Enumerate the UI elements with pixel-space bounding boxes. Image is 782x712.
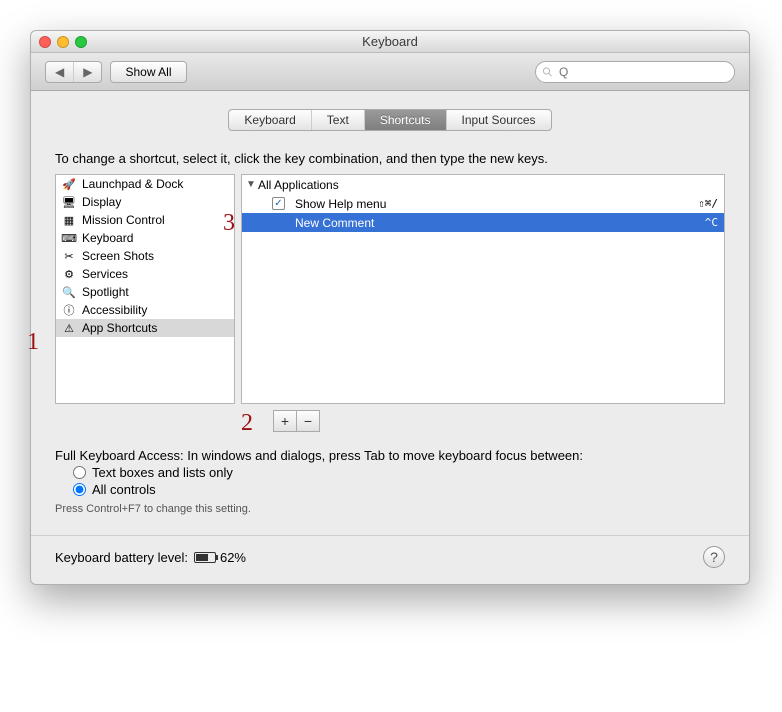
- screenshots-icon: ✂: [62, 249, 76, 263]
- fka-option-1[interactable]: Text boxes and lists only: [73, 465, 725, 480]
- forward-button[interactable]: ▶: [74, 62, 101, 82]
- category-label: Screen Shots: [82, 249, 154, 263]
- tab-input-sources[interactable]: Input Sources: [447, 110, 551, 130]
- shortcut-label: Show Help menu: [285, 197, 698, 211]
- services-icon: ⚙: [62, 267, 76, 281]
- category-display[interactable]: 🖥 Display: [56, 193, 234, 211]
- add-remove-buttons: + −: [273, 410, 725, 432]
- tab-text[interactable]: Text: [312, 110, 365, 130]
- radio-label: All controls: [92, 482, 156, 497]
- radio-all-controls[interactable]: [73, 483, 86, 496]
- mission-control-icon: ▦: [62, 213, 76, 227]
- accessibility-icon: ⓘ: [62, 303, 76, 317]
- battery-indicator: 62%: [194, 550, 246, 565]
- back-button[interactable]: ◀: [46, 62, 74, 82]
- category-label: Spotlight: [82, 285, 129, 299]
- category-mission-control[interactable]: ▦ Mission Control: [56, 211, 234, 229]
- category-label: Services: [82, 267, 128, 281]
- tab-keyboard[interactable]: Keyboard: [229, 110, 311, 130]
- spotlight-icon: 🔍: [62, 285, 76, 299]
- category-label: Launchpad & Dock: [82, 177, 183, 191]
- radio-text-boxes[interactable]: [73, 466, 86, 479]
- keyboard-icon: ⌨: [62, 231, 76, 245]
- search-input[interactable]: [557, 64, 728, 80]
- shortcut-group-row[interactable]: ▼ All Applications: [242, 175, 724, 194]
- fka-hint: Press Control+F7 to change this setting.: [55, 503, 725, 515]
- category-label: App Shortcuts: [82, 321, 157, 335]
- shortcut-keys[interactable]: ⇧⌘/: [698, 197, 718, 210]
- footer: Keyboard battery level: 62% ?: [31, 535, 749, 584]
- category-label: Keyboard: [82, 231, 133, 245]
- search-icon: [542, 66, 553, 78]
- fka-option-2[interactable]: All controls: [73, 482, 725, 497]
- app-shortcuts-icon: ⚠: [62, 321, 76, 335]
- battery-icon: [194, 552, 216, 563]
- category-services[interactable]: ⚙ Services: [56, 265, 234, 283]
- category-launchpad[interactable]: 🚀 Launchpad & Dock: [56, 175, 234, 193]
- add-shortcut-button[interactable]: +: [273, 410, 297, 432]
- radio-label: Text boxes and lists only: [92, 465, 233, 480]
- preferences-window: Keyboard ◀ ▶ Show All Keyboard Text Shor…: [30, 30, 750, 585]
- remove-shortcut-button[interactable]: −: [296, 410, 320, 432]
- window-title: Keyboard: [31, 34, 749, 49]
- disclosure-icon[interactable]: ▼: [246, 179, 256, 190]
- display-icon: 🖥: [62, 195, 76, 209]
- help-button[interactable]: ?: [703, 546, 725, 568]
- search-field[interactable]: [535, 61, 735, 83]
- fka-text: Full Keyboard Access: In windows and dia…: [55, 448, 725, 463]
- category-label: Mission Control: [82, 213, 165, 227]
- shortcut-list[interactable]: ▼ All Applications ✓ Show Help menu ⇧⌘/ …: [241, 174, 725, 404]
- panels: 🚀 Launchpad & Dock 🖥 Display ▦ Mission Cont…: [55, 174, 725, 404]
- tab-bar: Keyboard Text Shortcuts Input Sources: [55, 109, 725, 131]
- category-label: Accessibility: [82, 303, 147, 317]
- annotation-number: 1: [27, 329, 39, 356]
- show-all-button[interactable]: Show All: [110, 61, 186, 83]
- category-app-shortcuts[interactable]: ⚠ App Shortcuts: [56, 319, 234, 337]
- group-label: All Applications: [256, 178, 718, 192]
- category-label: Display: [82, 195, 121, 209]
- tab-shortcuts[interactable]: Shortcuts: [365, 110, 447, 130]
- content: Keyboard Text Shortcuts Input Sources To…: [31, 91, 749, 535]
- shortcut-label: New Comment: [285, 216, 705, 230]
- nav-buttons: ◀ ▶: [45, 61, 102, 83]
- launchpad-icon: 🚀: [62, 177, 76, 191]
- category-list[interactable]: 🚀 Launchpad & Dock 🖥 Display ▦ Mission Cont…: [55, 174, 235, 404]
- instructions-text: To change a shortcut, select it, click t…: [55, 151, 725, 166]
- battery-percent: 62%: [220, 550, 246, 565]
- titlebar: Keyboard: [31, 31, 749, 53]
- shortcut-row-selected[interactable]: New Comment ^C: [242, 213, 724, 232]
- category-accessibility[interactable]: ⓘ Accessibility: [56, 301, 234, 319]
- category-spotlight[interactable]: 🔍 Spotlight: [56, 283, 234, 301]
- category-keyboard[interactable]: ⌨ Keyboard: [56, 229, 234, 247]
- shortcut-row[interactable]: ✓ Show Help menu ⇧⌘/: [242, 194, 724, 213]
- shortcut-checkbox[interactable]: ✓: [272, 197, 285, 210]
- category-screenshots[interactable]: ✂ Screen Shots: [56, 247, 234, 265]
- shortcut-keys[interactable]: ^C: [705, 216, 718, 229]
- annotation-number: 2: [241, 410, 253, 437]
- battery-label: Keyboard battery level:: [55, 550, 188, 565]
- toolbar: ◀ ▶ Show All: [31, 53, 749, 91]
